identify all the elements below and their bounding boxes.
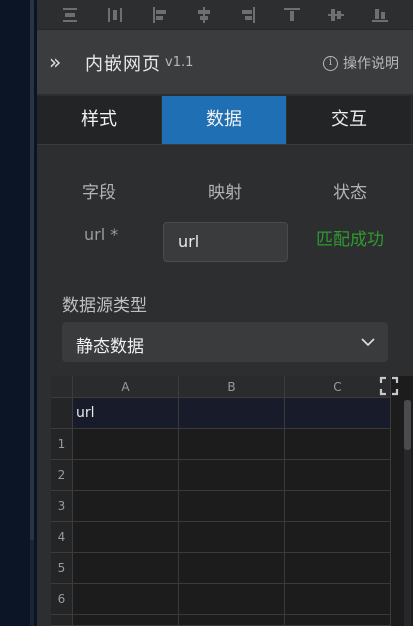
table-cell[interactable] (73, 491, 179, 522)
align-horizontal-distribute-icon[interactable] (105, 5, 125, 25)
table-cell[interactable] (179, 553, 285, 584)
table-cell[interactable] (179, 460, 285, 491)
canvas-scrollbar-thumb[interactable] (30, 0, 34, 540)
table-cell[interactable] (285, 398, 391, 429)
table-cell[interactable] (73, 553, 179, 584)
static-data-sheet: A B C url 1 2 3 4 5 6 (51, 376, 413, 626)
table-cell[interactable] (285, 460, 391, 491)
sheet-corner[interactable] (51, 376, 73, 398)
help-link[interactable]: i 操作说明 (323, 53, 399, 73)
fullscreen-icon[interactable] (379, 376, 399, 396)
url-field-label: url * (84, 225, 119, 244)
column-header-b[interactable]: B (179, 376, 285, 398)
row-header[interactable]: 1 (51, 429, 73, 460)
column-header-mapping: 映射 (208, 183, 242, 203)
table-cell[interactable] (179, 615, 285, 626)
version-label: v1.1 (165, 55, 194, 70)
column-header-field: 字段 (82, 183, 116, 203)
panel-tabs: 样式 数据 交互 (37, 96, 413, 144)
row-header[interactable]: 2 (51, 460, 73, 491)
align-bottom-icon[interactable] (370, 5, 390, 25)
column-header-c[interactable]: C (285, 376, 391, 398)
table-cell[interactable] (179, 491, 285, 522)
table-cell[interactable] (73, 522, 179, 553)
align-top-edge-icon[interactable] (60, 5, 80, 25)
table-cell[interactable] (285, 491, 391, 522)
row-header[interactable]: 5 (51, 553, 73, 584)
table-cell[interactable] (73, 584, 179, 615)
align-middle-icon[interactable] (326, 5, 346, 25)
column-header-status: 状态 (333, 183, 367, 203)
table-cell[interactable] (179, 398, 285, 429)
row-header[interactable]: 4 (51, 522, 73, 553)
table-cell[interactable] (285, 553, 391, 584)
canvas-scrollbar[interactable] (30, 0, 34, 626)
column-header-a[interactable]: A (73, 376, 179, 398)
datasource-type-label: 数据源类型 (62, 296, 147, 316)
panel-header: » 内嵌网页 v1.1 i 操作说明 (37, 30, 413, 94)
table-cell[interactable] (179, 429, 285, 460)
url-mapping-input[interactable]: url (163, 222, 288, 262)
align-toolbar (37, 0, 413, 30)
sheet-scrollbar-thumb[interactable] (404, 400, 411, 450)
table-cell[interactable] (285, 615, 391, 626)
help-label: 操作说明 (343, 56, 399, 72)
datasource-selected-value: 静态数据 (76, 337, 144, 357)
row-header[interactable]: 3 (51, 491, 73, 522)
left-canvas-edge (0, 0, 34, 626)
property-panel: » 内嵌网页 v1.1 i 操作说明 样式 数据 交互 字段 映射 状态 url… (37, 0, 413, 626)
tab-style[interactable]: 样式 (37, 96, 162, 144)
align-top-icon[interactable] (282, 5, 302, 25)
panel-title: 内嵌网页 (85, 54, 161, 75)
table-cell[interactable] (73, 429, 179, 460)
table-cell[interactable]: url (73, 398, 179, 429)
double-chevron-right-icon[interactable]: » (49, 51, 69, 73)
table-cell[interactable] (179, 584, 285, 615)
datasource-type-select[interactable]: 静态数据 (62, 322, 388, 362)
align-right-icon[interactable] (238, 5, 258, 25)
match-status-text: 匹配成功 (316, 230, 384, 250)
align-center-vertical-icon[interactable] (194, 5, 214, 25)
table-cell[interactable] (73, 615, 179, 626)
table-cell[interactable] (285, 522, 391, 553)
table-cell[interactable] (285, 429, 391, 460)
tab-divider (37, 144, 413, 145)
table-cell[interactable] (73, 460, 179, 491)
chevron-down-icon (361, 338, 375, 347)
tab-interaction[interactable]: 交互 (287, 96, 412, 144)
sheet-scrollbar[interactable] (404, 400, 411, 626)
table-cell[interactable] (179, 522, 285, 553)
info-circle-icon: i (323, 55, 338, 71)
row-header[interactable]: 6 (51, 584, 73, 615)
table-cell[interactable] (285, 584, 391, 615)
tab-data[interactable]: 数据 (162, 96, 287, 144)
row-header-blank[interactable] (51, 398, 73, 429)
row-header[interactable] (51, 615, 73, 626)
align-left-icon[interactable] (150, 5, 170, 25)
